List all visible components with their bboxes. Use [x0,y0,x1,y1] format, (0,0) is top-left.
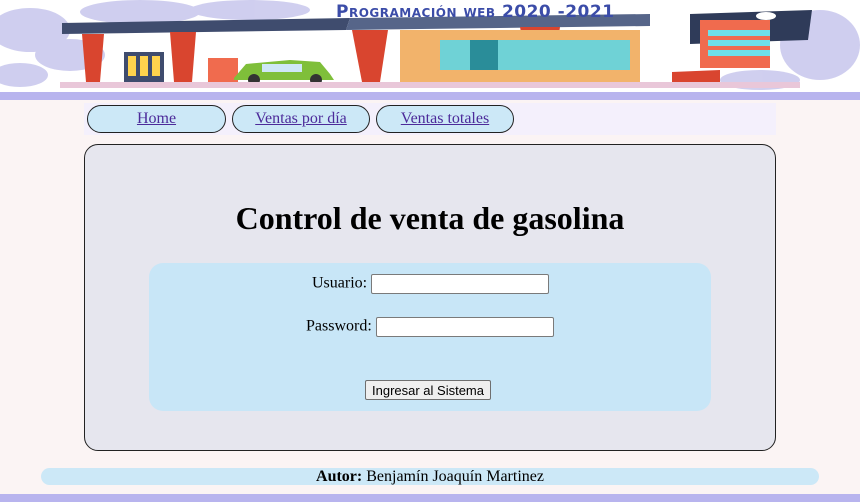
page-title: Control de venta de gasolina [235,200,625,236]
author-label: Autor: [316,468,363,485]
user-input[interactable] [371,274,550,294]
nav-link-ventas-por-dia[interactable]: Ventas por día [255,110,347,128]
main-card: Control de venta de gasolina Usuario: Pa… [84,144,776,451]
main-nav: Home Ventas por día Ventas totales [84,103,776,135]
nav-link-ventas-totales[interactable]: Ventas totales [401,110,489,128]
login-form: Usuario: Password: Ingresar al Sistema [149,263,711,411]
header-banner: Programación web 2020 -2021 [0,0,860,92]
nav-link-home[interactable]: Home [137,110,176,128]
login-submit-button[interactable]: Ingresar al Sistema [365,380,491,400]
nav-tab-ventas-totales[interactable]: Ventas totales [376,105,514,133]
user-label: Usuario: [312,274,368,292]
user-row: Usuario: [312,274,550,294]
footer: Autor: Benjamín Joaquín Martinez [41,468,819,485]
banner-title: Programación web 2020 -2021 [336,2,615,22]
header-band [0,92,860,100]
nav-tab-ventas-por-dia[interactable]: Ventas por día [232,105,370,133]
author-name: Benjamín Joaquín Martinez [366,468,544,485]
password-label: Password: [306,317,372,335]
footer-band [0,494,860,502]
nav-tab-home[interactable]: Home [87,105,226,133]
password-row: Password: [306,317,554,337]
password-input[interactable] [375,317,554,337]
